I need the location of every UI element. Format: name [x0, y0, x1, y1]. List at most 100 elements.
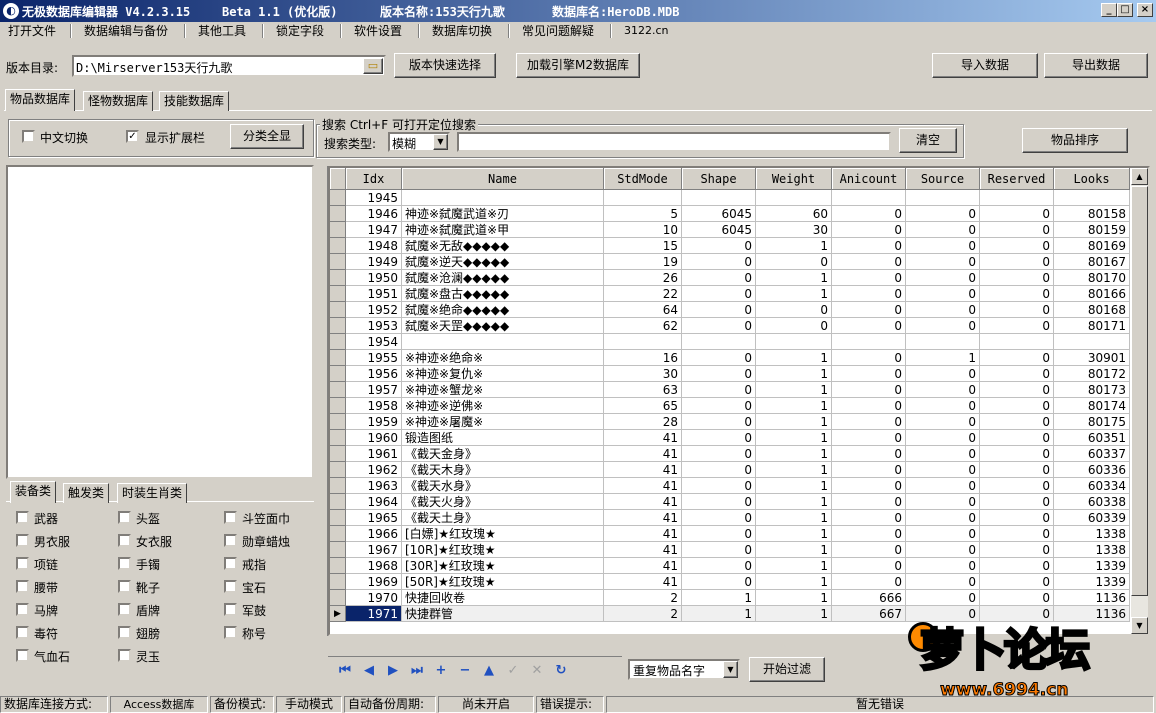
cell-stdmode[interactable]: 65 [604, 398, 682, 414]
cell-looks[interactable]: 1136 [1054, 590, 1130, 606]
cell-stdmode[interactable]: 41 [604, 462, 682, 478]
table-row[interactable]: 1962 《截天木身》 41 0 1 0 0 0 60336 [330, 462, 1130, 478]
cell-anicount[interactable]: 0 [832, 270, 906, 286]
cell-anicount[interactable]: 666 [832, 590, 906, 606]
vertical-scrollbar[interactable]: ▲ ▼ [1131, 168, 1148, 634]
cell-anicount[interactable]: 0 [832, 494, 906, 510]
cell-source[interactable]: 0 [906, 494, 980, 510]
column-header-reserved[interactable]: Reserved [980, 168, 1054, 190]
cell-name[interactable]: 弑魔※逆天◆◆◆◆◆ [402, 254, 604, 270]
table-row[interactable]: ▶ 1971 快捷群管 2 1 1 667 0 0 1136 [330, 606, 1130, 622]
cell-shape[interactable]: 0 [682, 526, 756, 542]
menu-db-switch[interactable]: 数据库切换 [432, 22, 492, 40]
cell-shape[interactable] [682, 190, 756, 206]
cell-name[interactable] [402, 334, 604, 350]
cell-weight[interactable]: 1 [756, 414, 832, 430]
items-grid[interactable]: Idx Name StdMode Shape Weight Anicount Source R… [328, 166, 1150, 636]
cell-stdmode[interactable]: 41 [604, 510, 682, 526]
cell-anicount[interactable]: 0 [832, 366, 906, 382]
category-checkbox[interactable] [16, 603, 29, 616]
cell-reserved[interactable]: 0 [980, 590, 1054, 606]
cell-reserved[interactable]: 0 [980, 206, 1054, 222]
cell-shape[interactable]: 6045 [682, 222, 756, 238]
cell-source[interactable]: 0 [906, 286, 980, 302]
column-header-shape[interactable]: Shape [682, 168, 756, 190]
table-row[interactable]: 1947 神迹※弑魔武道※甲 10 6045 30 0 0 0 80159 [330, 222, 1130, 238]
cell-source[interactable] [906, 190, 980, 206]
cell-idx[interactable]: 1966 [346, 526, 402, 542]
cell-weight[interactable]: 1 [756, 398, 832, 414]
column-header-weight[interactable]: Weight [756, 168, 832, 190]
cell-idx[interactable]: 1948 [346, 238, 402, 254]
column-header-looks[interactable]: Looks [1054, 168, 1130, 190]
cell-idx[interactable]: 1958 [346, 398, 402, 414]
cell-looks[interactable]: 80167 [1054, 254, 1130, 270]
cell-idx[interactable]: 1947 [346, 222, 402, 238]
cell-weight[interactable]: 1 [756, 286, 832, 302]
category-checkbox[interactable] [16, 580, 29, 593]
cell-idx[interactable]: 1951 [346, 286, 402, 302]
last-icon[interactable]: ⏭ [408, 662, 426, 680]
cell-weight[interactable]: 1 [756, 462, 832, 478]
cell-anicount[interactable]: 0 [832, 318, 906, 334]
category-checkbox[interactable] [16, 511, 29, 524]
cell-anicount[interactable]: 0 [832, 526, 906, 542]
category-checkbox[interactable] [118, 603, 131, 616]
table-row[interactable]: 1960 锻造图纸 41 0 1 0 0 0 60351 [330, 430, 1130, 446]
cell-idx[interactable]: 1946 [346, 206, 402, 222]
menu-edit-backup[interactable]: 数据编辑与备份 [84, 22, 168, 40]
cell-idx[interactable]: 1967 [346, 542, 402, 558]
cell-name[interactable]: [白嫖]★红玫瑰★ [402, 526, 604, 542]
cell-source[interactable]: 0 [906, 510, 980, 526]
cell-stdmode[interactable]: 41 [604, 494, 682, 510]
table-row[interactable]: 1966 [白嫖]★红玫瑰★ 41 0 1 0 0 0 1338 [330, 526, 1130, 542]
chinese-toggle-checkbox[interactable] [22, 130, 35, 143]
cell-looks[interactable]: 80158 [1054, 206, 1130, 222]
cell-weight[interactable]: 1 [756, 590, 832, 606]
cell-weight[interactable]: 1 [756, 446, 832, 462]
cell-stdmode[interactable]: 41 [604, 478, 682, 494]
cell-idx[interactable]: 1965 [346, 510, 402, 526]
column-header-anicount[interactable]: Anicount [832, 168, 906, 190]
cell-idx[interactable]: 1964 [346, 494, 402, 510]
cell-looks[interactable]: 60339 [1054, 510, 1130, 526]
cell-shape[interactable]: 0 [682, 350, 756, 366]
cell-shape[interactable]: 0 [682, 318, 756, 334]
cell-anicount[interactable]: 0 [832, 254, 906, 270]
cell-stdmode[interactable]: 26 [604, 270, 682, 286]
cell-name[interactable] [402, 190, 604, 206]
table-row[interactable]: 1964 《截天火身》 41 0 1 0 0 0 60338 [330, 494, 1130, 510]
cell-looks[interactable]: 80166 [1054, 286, 1130, 302]
cell-source[interactable] [906, 334, 980, 350]
cell-reserved[interactable]: 0 [980, 478, 1054, 494]
cell-looks[interactable]: 80172 [1054, 366, 1130, 382]
cell-stdmode[interactable]: 19 [604, 254, 682, 270]
cell-source[interactable]: 0 [906, 462, 980, 478]
cell-anicount[interactable]: 0 [832, 206, 906, 222]
table-row[interactable]: 1953 弑魔※天罡◆◆◆◆◆ 62 0 0 0 0 0 80171 [330, 318, 1130, 334]
cell-source[interactable]: 0 [906, 414, 980, 430]
filter-dropdown-icon[interactable]: ▼ [723, 661, 738, 678]
cell-looks[interactable]: 1136 [1054, 606, 1130, 622]
filter-select[interactable]: 重复物品名字 ▼ [628, 659, 740, 680]
table-row[interactable]: 1951 弑魔※盘古◆◆◆◆◆ 22 0 1 0 0 0 80166 [330, 286, 1130, 302]
dir-input[interactable]: D:\Mirserver153天行九歌 ▭ [72, 55, 386, 77]
cell-idx[interactable]: 1945 [346, 190, 402, 206]
minimize-icon[interactable]: _ [1101, 3, 1117, 17]
tab-monsters[interactable]: 怪物数据库 [83, 91, 154, 111]
cell-name[interactable]: 神迹※弑魔武道※甲 [402, 222, 604, 238]
cell-stdmode[interactable]: 30 [604, 366, 682, 382]
cell-source[interactable]: 0 [906, 558, 980, 574]
cell-anicount[interactable] [832, 334, 906, 350]
cell-shape[interactable]: 1 [682, 590, 756, 606]
scroll-thumb[interactable] [1131, 186, 1148, 596]
cell-reserved[interactable]: 0 [980, 558, 1054, 574]
cell-idx[interactable]: 1961 [346, 446, 402, 462]
cell-looks[interactable]: 80169 [1054, 238, 1130, 254]
cell-anicount[interactable]: 0 [832, 238, 906, 254]
first-icon[interactable]: ⏮ [336, 662, 354, 680]
cell-source[interactable]: 0 [906, 478, 980, 494]
cell-name[interactable]: [30R]★红玫瑰★ [402, 558, 604, 574]
cell-weight[interactable] [756, 190, 832, 206]
plus-icon[interactable]: + [432, 662, 450, 680]
